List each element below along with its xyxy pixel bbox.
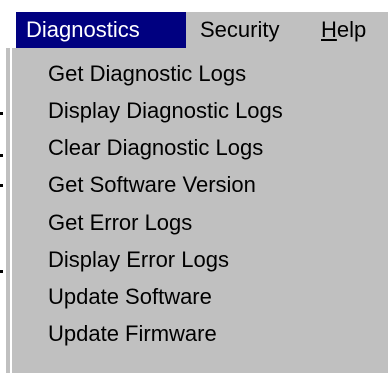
menu-item-get-error-logs[interactable]: Get Error Logs (48, 205, 192, 241)
menu-item-display-diagnostic-logs[interactable]: Display Diagnostic Logs (48, 93, 283, 129)
menu-item-get-diagnostic-logs[interactable]: Get Diagnostic Logs (48, 56, 246, 92)
menu-item-label: Display Error Logs (48, 247, 229, 272)
menu-item-get-software-version[interactable]: Get Software Version (48, 167, 256, 203)
diagnostics-dropdown: Get Diagnostic Logs Display Diagnostic L… (6, 48, 388, 373)
menu-security-label: Security (200, 17, 280, 42)
menu-item-label: Clear Diagnostic Logs (48, 135, 264, 160)
edge-tick (0, 270, 3, 273)
menu-item-label: Get Software Version (48, 172, 256, 197)
menu-diagnostics-label: Diagnostics (26, 17, 140, 42)
menu-item-update-firmware[interactable]: Update Firmware (48, 316, 217, 352)
menu-bar: Diagnostics Security Help (16, 12, 388, 48)
menu-item-clear-diagnostic-logs[interactable]: Clear Diagnostic Logs (48, 130, 263, 166)
menu-item-label: Update Firmware (48, 321, 217, 346)
menu-item-update-software[interactable]: Update Software (48, 279, 212, 315)
menu-item-display-error-logs[interactable]: Display Error Logs (48, 242, 229, 278)
edge-tick (0, 184, 3, 187)
menu-diagnostics[interactable]: Diagnostics (16, 12, 186, 48)
app-window: Diagnostics Security Help Get Diagnostic… (0, 0, 388, 373)
menu-item-label: Get Error Logs (48, 210, 193, 235)
menu-help-mnemonic: H (321, 17, 337, 42)
menu-security[interactable]: Security (186, 12, 311, 48)
menu-item-label: Get Diagnostic Logs (48, 61, 247, 86)
menu-help[interactable]: Help (311, 12, 366, 48)
menu-item-label: Update Software (48, 284, 212, 309)
edge-tick (0, 154, 3, 157)
edge-tick (0, 112, 3, 115)
menu-item-label: Display Diagnostic Logs (48, 98, 283, 123)
menu-help-label-rest: elp (336, 17, 367, 42)
